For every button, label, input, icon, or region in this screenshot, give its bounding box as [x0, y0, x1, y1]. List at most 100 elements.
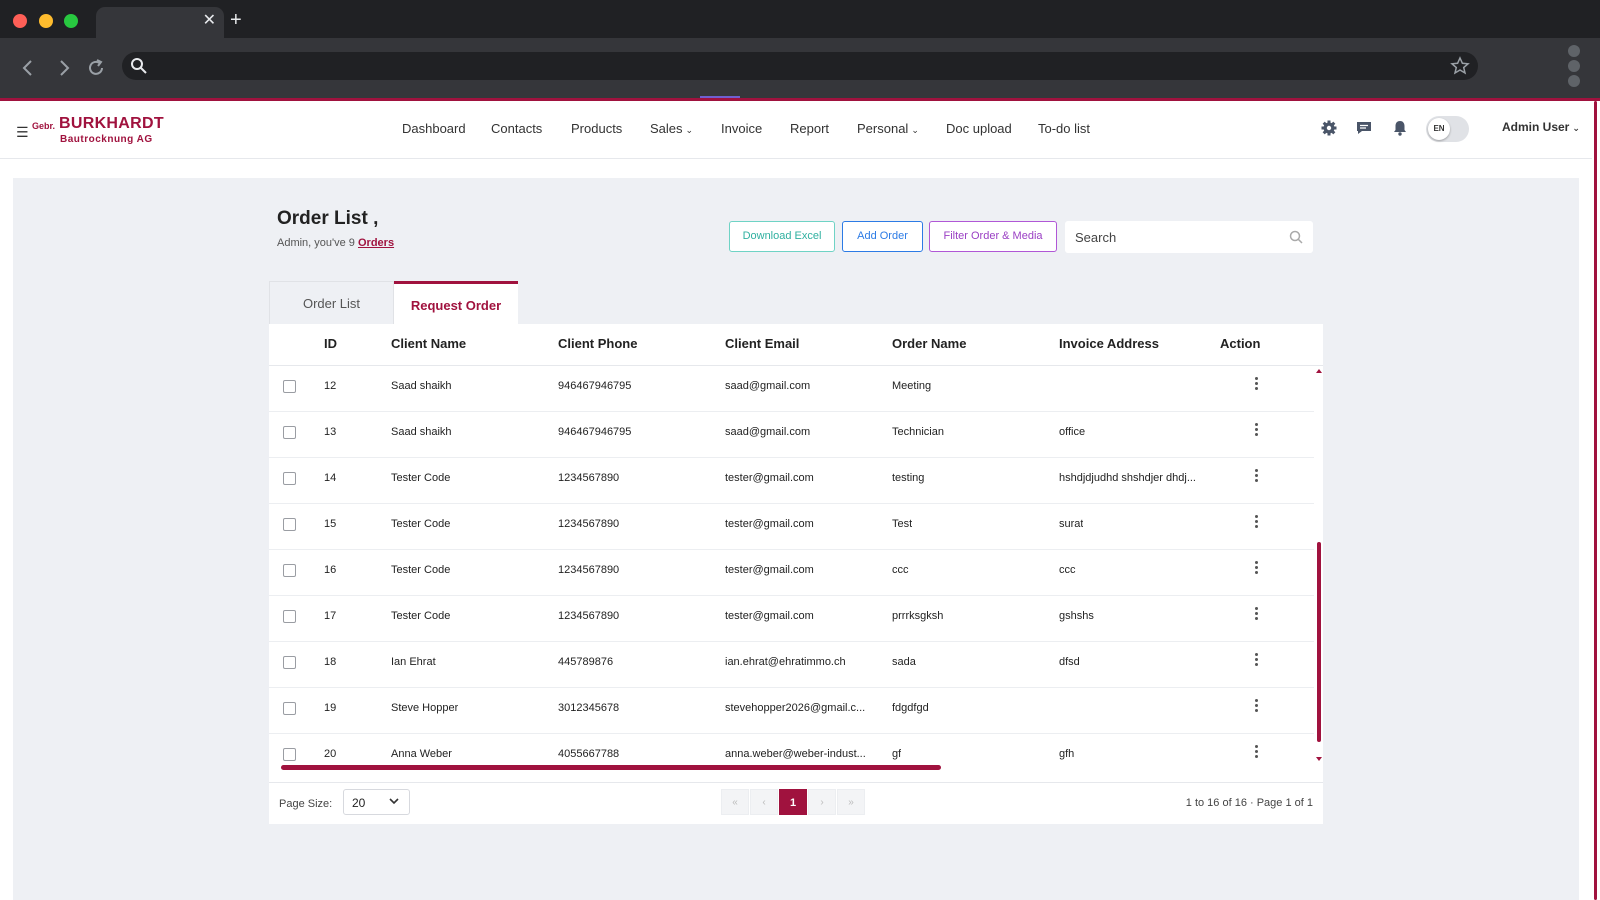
nav-report[interactable]: Report — [790, 121, 829, 136]
tab-order-list[interactable]: Order List — [269, 281, 394, 324]
table-row[interactable]: 18 Ian Ehrat 445789876 ian.ehrat@ehratimmo.… — [269, 642, 1314, 688]
table-footer: Page Size: 20 « ‹ 1 › » 1 to 16 of 16 · … — [269, 782, 1323, 824]
column-header-client-email[interactable]: Client Email — [725, 336, 799, 351]
page-vertical-scroll-thumb[interactable] — [1594, 101, 1597, 900]
close-tab-icon[interactable]: ✕ — [203, 11, 216, 31]
browser-menu-icon[interactable] — [1566, 43, 1582, 87]
next-page-button[interactable]: › — [808, 789, 836, 815]
first-page-button[interactable]: « — [721, 789, 749, 815]
row-checkbox[interactable] — [283, 380, 296, 393]
back-icon[interactable] — [16, 56, 40, 80]
row-checkbox[interactable] — [283, 702, 296, 715]
language-label: EN — [1428, 118, 1450, 140]
search-icon — [131, 58, 147, 74]
table-row[interactable]: 14 Tester Code 1234567890 tester@gmail.com t… — [269, 458, 1314, 504]
table-vertical-scrollbar[interactable] — [1314, 369, 1323, 761]
previous-page-button[interactable]: ‹ — [750, 789, 778, 815]
cell-order-name: prrrksgksh — [892, 610, 944, 622]
nav-invoice[interactable]: Invoice — [721, 121, 762, 136]
cell-invoice-address: surat — [1059, 518, 1084, 530]
forward-icon[interactable] — [52, 56, 76, 80]
table-horizontal-scrollbar[interactable] — [269, 763, 1323, 772]
row-checkbox[interactable] — [283, 472, 296, 485]
page-1-button[interactable]: 1 — [779, 789, 807, 815]
browser-tab[interactable]: ✕ — [96, 7, 224, 38]
chevron-down-icon: ⌄ — [911, 125, 919, 135]
cell-id: 16 — [324, 564, 337, 576]
row-actions-kebab-icon[interactable] — [1252, 652, 1260, 672]
cell-id: 13 — [324, 426, 337, 438]
table-row[interactable]: 16 Tester Code 1234567890 tester@gmail.com c… — [269, 550, 1314, 596]
hamburger-menu-icon[interactable]: ☰ — [16, 124, 29, 141]
orders-link[interactable]: Orders — [358, 237, 394, 249]
nav-contacts[interactable]: Contacts — [491, 121, 542, 136]
gear-icon[interactable] — [1320, 119, 1338, 137]
table-vertical-scroll-thumb[interactable] — [1317, 542, 1321, 742]
download-excel-button[interactable]: Download Excel — [729, 221, 835, 252]
row-actions-kebab-icon[interactable] — [1252, 698, 1260, 718]
nav-products[interactable]: Products — [571, 121, 622, 136]
row-checkbox[interactable] — [283, 518, 296, 531]
table-row[interactable]: 19 Steve Hopper 3012345678 stevehopper2026@… — [269, 688, 1314, 734]
row-actions-kebab-icon[interactable] — [1252, 744, 1260, 763]
row-actions-kebab-icon[interactable] — [1252, 376, 1260, 396]
cell-email: tester@gmail.com — [725, 472, 814, 484]
language-toggle[interactable]: EN — [1426, 116, 1469, 142]
table-row[interactable]: 12 Saad shaikh 946467946795 saad@gmail.com M… — [269, 366, 1314, 412]
cell-order-name: fdgdfgd — [892, 702, 929, 714]
filter-order-media-button[interactable]: Filter Order & Media — [929, 221, 1057, 252]
address-bar[interactable] — [122, 52, 1478, 80]
page-size-select[interactable]: 20 — [343, 789, 410, 815]
add-order-button[interactable]: Add Order — [842, 221, 923, 252]
row-checkbox[interactable] — [283, 564, 296, 577]
row-actions-kebab-icon[interactable] — [1252, 560, 1260, 580]
reload-icon[interactable] — [84, 56, 108, 80]
nav-personal-label: Personal — [857, 121, 909, 136]
search-input[interactable] — [1075, 221, 1275, 253]
table-row[interactable]: 20 Anna Weber 4055667788 anna.weber@weber-i… — [269, 734, 1314, 763]
table-row[interactable]: 15 Tester Code 1234567890 tester@gmail.com T… — [269, 504, 1314, 550]
row-checkbox[interactable] — [283, 656, 296, 669]
row-actions-kebab-icon[interactable] — [1252, 606, 1260, 626]
nav-dashboard[interactable]: Dashboard — [402, 121, 466, 136]
cell-client-name: Tester Code — [391, 472, 451, 484]
scroll-up-arrow-icon[interactable] — [1316, 369, 1322, 373]
column-header-id[interactable]: ID — [324, 336, 337, 351]
page-title: Order List , — [277, 208, 379, 229]
nav-doc-upload[interactable]: Doc upload — [946, 121, 1012, 136]
last-page-button[interactable]: » — [837, 789, 865, 815]
row-checkbox[interactable] — [283, 426, 296, 439]
column-header-client-name[interactable]: Client Name — [391, 336, 466, 351]
loading-indicator — [700, 96, 740, 98]
search-icon[interactable] — [1289, 230, 1303, 244]
table-row[interactable]: 13 Saad shaikh 946467946795 saad@gmail.com T… — [269, 412, 1314, 458]
window-maximize-button[interactable] — [64, 14, 78, 28]
nav-personal[interactable]: Personal ⌄ — [857, 121, 919, 136]
row-actions-kebab-icon[interactable] — [1252, 514, 1260, 534]
new-tab-button[interactable]: + — [230, 9, 242, 31]
chevron-down-icon: ⌄ — [685, 125, 694, 135]
window-minimize-button[interactable] — [39, 14, 53, 28]
page-vertical-scrollbar[interactable] — [1592, 101, 1600, 900]
cell-email: stevehopper2026@gmail.c... — [725, 702, 865, 714]
row-checkbox[interactable] — [283, 748, 296, 761]
table-row[interactable]: 17 Tester Code 1234567890 tester@gmail.com p… — [269, 596, 1314, 642]
table-horizontal-scroll-thumb[interactable] — [281, 765, 941, 770]
row-actions-kebab-icon[interactable] — [1252, 422, 1260, 442]
nav-sales[interactable]: Sales ⌄ — [650, 121, 693, 136]
window-close-button[interactable] — [13, 14, 27, 28]
scroll-down-arrow-icon[interactable] — [1316, 757, 1322, 761]
nav-todo-list[interactable]: To-do list — [1038, 121, 1090, 136]
column-header-invoice-address[interactable]: Invoice Address — [1059, 336, 1159, 351]
bell-icon[interactable] — [1391, 119, 1409, 137]
cell-phone: 946467946795 — [558, 380, 632, 392]
row-checkbox[interactable] — [283, 610, 296, 623]
user-menu[interactable]: Admin User ⌄ — [1502, 120, 1580, 134]
column-header-order-name[interactable]: Order Name — [892, 336, 966, 351]
tab-request-order[interactable]: Request Order — [394, 281, 518, 324]
bookmark-star-icon[interactable] — [1450, 56, 1470, 76]
cell-phone: 3012345678 — [558, 702, 620, 714]
row-actions-kebab-icon[interactable] — [1252, 468, 1260, 488]
chat-icon[interactable] — [1355, 119, 1373, 137]
column-header-client-phone[interactable]: Client Phone — [558, 336, 637, 351]
